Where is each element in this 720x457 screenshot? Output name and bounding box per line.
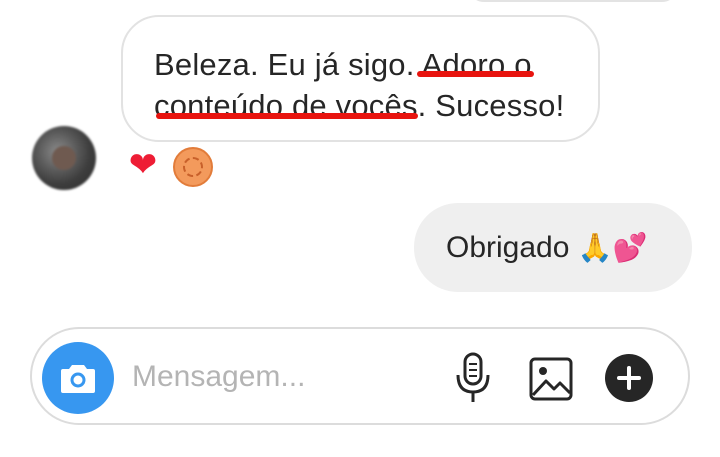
chat-screen: Beleza. Eu já sigo. Adoro o conteúdo de …	[0, 0, 720, 457]
plus-icon	[605, 354, 653, 402]
message-text-part: . Sucesso!	[417, 88, 565, 123]
heart-icon[interactable]: ❤	[124, 147, 162, 183]
red-underline-annotation	[156, 113, 418, 119]
outgoing-message-text: Obrigado 🙏💕	[446, 229, 648, 267]
message-input[interactable]	[132, 357, 422, 397]
message-text-part: Beleza. Eu já sigo.	[154, 47, 422, 82]
previous-message-bubble	[468, 0, 678, 2]
reactor-avatar-icon[interactable]	[173, 147, 213, 187]
emoji-text: 🙏💕	[577, 232, 648, 263]
incoming-message-bubble[interactable]: Beleza. Eu já sigo. Adoro o conteúdo de …	[121, 15, 600, 142]
microphone-button[interactable]	[448, 351, 498, 405]
red-underline-annotation	[417, 71, 534, 77]
avatar-face	[52, 146, 76, 170]
message-composer	[30, 327, 690, 425]
gallery-button[interactable]	[526, 351, 576, 405]
gallery-icon	[529, 357, 573, 401]
outgoing-message-bubble[interactable]: Obrigado 🙏💕	[414, 203, 692, 292]
sender-avatar[interactable]	[32, 126, 96, 190]
outgoing-message-label: Obrigado	[446, 231, 570, 264]
camera-button[interactable]	[42, 342, 114, 414]
microphone-icon	[456, 352, 490, 402]
add-button[interactable]	[604, 353, 654, 403]
camera-icon	[61, 365, 95, 393]
reactor-avatar-detail	[183, 157, 203, 177]
